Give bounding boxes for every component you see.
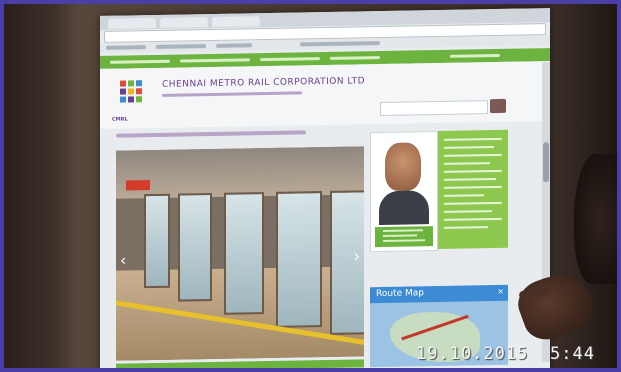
bookmark-item[interactable] [300, 41, 380, 47]
station-ceiling [116, 146, 364, 199]
camera-time-stamp: 5:44 [550, 344, 595, 364]
route-map-title: Route Map [376, 288, 424, 300]
browser-tab[interactable] [212, 16, 260, 27]
organization-subtitle [162, 91, 302, 97]
platform-screen-door [178, 192, 212, 302]
search-input[interactable] [380, 100, 488, 117]
chevron-left-icon[interactable]: ‹ [120, 250, 126, 269]
official-profile-card [370, 131, 438, 253]
projection-screen: CMRL CHENNAI METRO RAIL CORPORATION LTD … [100, 8, 550, 368]
search-button[interactable] [490, 98, 506, 114]
organization-title: CHENNAI METRO RAIL CORPORATION LTD [162, 76, 366, 90]
panel-text-line [444, 169, 502, 173]
official-caption [375, 226, 433, 248]
platform-screen-door [276, 191, 322, 328]
bookmark-item[interactable] [106, 45, 146, 50]
platform-screen-door [224, 192, 264, 315]
scrollbar-thumb[interactable] [543, 142, 549, 183]
nav-item[interactable] [110, 59, 170, 64]
panel-text-line [444, 194, 484, 197]
panel-text-line [444, 210, 492, 213]
panel-text-line [444, 226, 488, 229]
panel-text-line [444, 137, 502, 141]
panel-text-line [444, 153, 502, 157]
browser-tab[interactable] [160, 17, 208, 28]
nav-item[interactable] [330, 56, 380, 60]
close-icon[interactable]: × [497, 287, 504, 296]
nav-item[interactable] [450, 53, 500, 58]
browser-tab[interactable] [108, 17, 156, 29]
route-map-header: Route Map × [370, 284, 508, 304]
official-photo-suit [379, 190, 429, 226]
station-sign [126, 180, 150, 191]
caption-line [383, 239, 425, 242]
camera-date-stamp: 19.10.2015 [416, 344, 529, 364]
nav-item[interactable] [180, 58, 250, 63]
bookmark-item[interactable] [216, 43, 252, 48]
chevron-right-icon[interactable]: › [354, 246, 360, 265]
photo-frame: CMRL CHENNAI METRO RAIL CORPORATION LTD … [0, 0, 621, 372]
panel-text-line [444, 178, 496, 181]
logo-label: CMRL [112, 116, 128, 123]
panel-text-line [444, 217, 502, 221]
platform-screen-door [144, 193, 170, 289]
panel-text-line [444, 162, 490, 165]
caption-line [383, 234, 417, 237]
bookmark-item[interactable] [156, 44, 206, 49]
panel-text-line [444, 185, 502, 189]
breadcrumb [116, 130, 306, 138]
site-header: CMRL CHENNAI METRO RAIL CORPORATION LTD [100, 61, 550, 129]
presenter-silhouette [574, 154, 617, 284]
official-photo [385, 142, 421, 191]
message-panel [438, 129, 508, 250]
nav-item[interactable] [260, 57, 320, 62]
cmrl-logo-icon[interactable] [118, 76, 146, 114]
caption-line [383, 229, 423, 232]
slider-footer [116, 359, 364, 368]
hero-slider[interactable]: ‹ › [116, 146, 364, 361]
panel-text-line [444, 201, 502, 205]
panel-text-line [444, 146, 494, 149]
